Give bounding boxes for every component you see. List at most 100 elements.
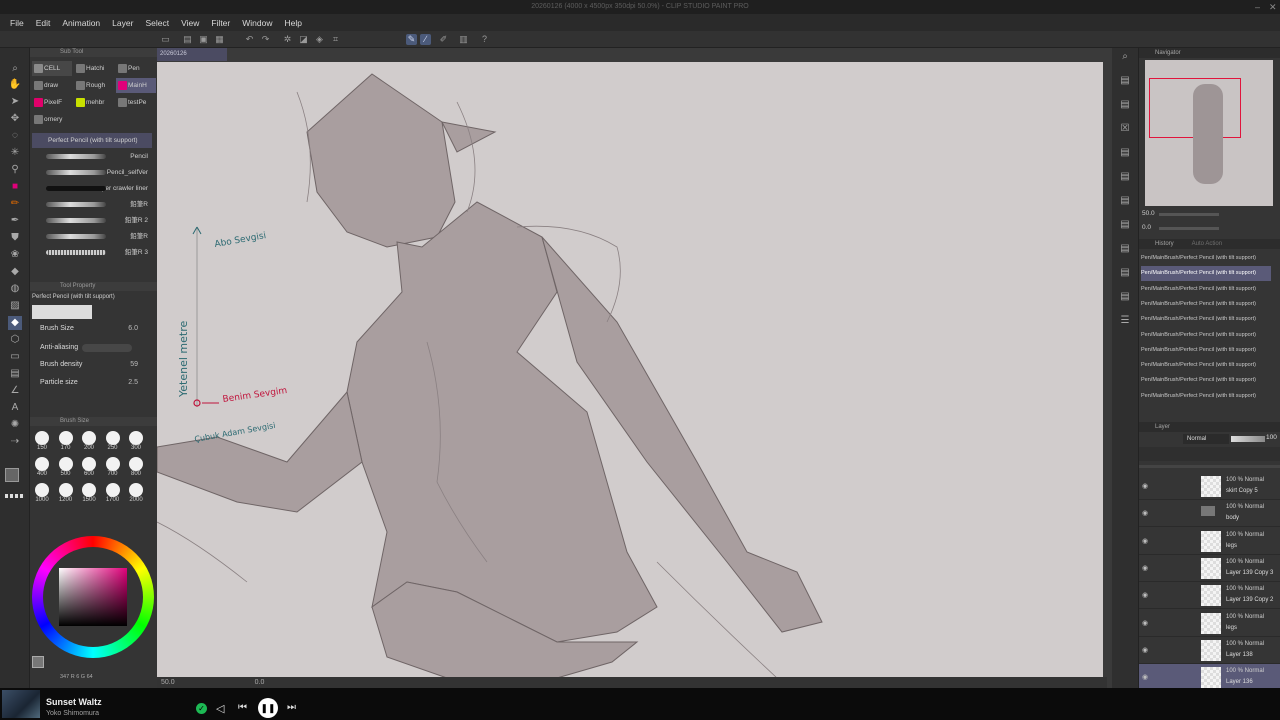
brush-size-preset[interactable]: [82, 483, 96, 497]
help-icon[interactable]: ?: [479, 34, 490, 45]
subtool-tab-hatch[interactable]: Hatchi: [74, 61, 114, 76]
previous-icon[interactable]: ⏮: [238, 702, 247, 713]
eye-icon[interactable]: ◉: [1142, 646, 1148, 654]
menu-window[interactable]: Window: [236, 18, 278, 28]
brush-size-preset[interactable]: [82, 457, 96, 471]
eraser-icon[interactable]: ◆: [8, 265, 22, 279]
brush-item[interactable]: 鉛筆R: [32, 229, 152, 244]
panel-icon[interactable]: ▤: [1118, 194, 1132, 208]
panel-icon[interactable]: ▤: [1118, 74, 1132, 88]
brush-size-preset[interactable]: [35, 431, 49, 445]
loading-icon[interactable]: ✲: [282, 34, 293, 45]
subtool-tab-mehbr[interactable]: mehbr: [74, 95, 114, 110]
color-wheel[interactable]: [32, 536, 156, 662]
main-color-swatch[interactable]: [5, 468, 19, 482]
brush-item[interactable]: 鉛筆R 3: [32, 245, 152, 260]
blend-mode-select[interactable]: Normal: [1183, 434, 1229, 444]
brush-size-preset[interactable]: [82, 431, 96, 445]
color-swatch[interactable]: [32, 656, 44, 668]
brush-size-preset[interactable]: [105, 431, 120, 445]
drawing-canvas[interactable]: Abo Sevgisi Benim Sevgim Çubuk Adam Sevg…: [157, 62, 1103, 678]
pencil-icon[interactable]: ✏: [8, 197, 22, 211]
subtool-tab-pen[interactable]: Pen: [116, 61, 156, 76]
layer-row[interactable]: ◉ 100 % Normal Layer 139 Copy 3: [1139, 555, 1280, 582]
folder-icon[interactable]: ▣: [198, 34, 209, 45]
fill-icon[interactable]: ◪: [298, 34, 309, 45]
open-icon[interactable]: ▤: [182, 34, 193, 45]
eye-icon[interactable]: ◉: [1142, 564, 1148, 572]
canvas-tab[interactable]: 20260126: [157, 48, 227, 61]
brush-size-preset[interactable]: [35, 483, 49, 497]
prop-anti-aliasing[interactable]: Anti-aliasing: [40, 342, 152, 354]
menu-help[interactable]: Help: [278, 18, 307, 28]
hand-icon[interactable]: ✋: [8, 78, 22, 92]
history-item[interactable]: Pen/MainBrush/Perfect Pencil (with tilt …: [1141, 297, 1271, 312]
layer-icon[interactable]: ▥: [458, 34, 469, 45]
layer-row[interactable]: ◉ 100 % Normal legs: [1139, 610, 1280, 637]
history-item[interactable]: Pen/MainBrush/Perfect Pencil (with tilt …: [1141, 328, 1271, 343]
layer-row[interactable]: ◉ 100 % Normal Layer 138: [1139, 637, 1280, 664]
panel-icon[interactable]: ▤: [1118, 266, 1132, 280]
history-item[interactable]: Pen/MainBrush/Perfect Pencil (with tilt …: [1141, 343, 1271, 358]
menu-view[interactable]: View: [175, 18, 205, 28]
fill-tool-icon[interactable]: ▨: [8, 299, 22, 313]
balloon-icon[interactable]: ✺: [8, 418, 22, 432]
subtool-tab-testpe[interactable]: testPe: [116, 95, 156, 110]
nav-zoom-slider[interactable]: [1159, 213, 1219, 216]
undo-icon[interactable]: ↶: [244, 34, 255, 45]
ruler-icon[interactable]: ✐: [438, 34, 449, 45]
layer-row[interactable]: ◉ 100 % Normal Layer 139 Copy 2: [1139, 582, 1280, 610]
pause-icon[interactable]: ❚❚: [258, 698, 278, 718]
prop-brush-size[interactable]: Brush Size 6.0: [40, 323, 152, 335]
pen-icon[interactable]: ■: [8, 180, 22, 194]
brush-size-preset[interactable]: [105, 457, 120, 471]
save-icon[interactable]: ▦: [214, 34, 225, 45]
brush-size-preset[interactable]: [129, 483, 143, 497]
prop-brush-density[interactable]: Brush density 59: [40, 359, 152, 371]
figure-icon[interactable]: ▭: [8, 350, 22, 364]
prop-particle-size[interactable]: Particle size 2.5: [40, 377, 152, 389]
brush-item[interactable]: 鉛筆R 2: [32, 213, 152, 228]
brush-item-selected[interactable]: Perfect Pencil (with tilt support): [32, 133, 152, 148]
opacity-value[interactable]: 100: [1266, 434, 1277, 441]
menu-select[interactable]: Select: [139, 18, 175, 28]
pen-snap-icon[interactable]: ✎: [406, 34, 417, 45]
prop-value[interactable]: 6.0: [128, 323, 138, 335]
text-icon[interactable]: A: [8, 401, 22, 415]
subtool-tab-ornery[interactable]: ornery: [32, 112, 72, 127]
wand-icon[interactable]: ✳: [8, 146, 22, 160]
frame-icon[interactable]: ▤: [8, 367, 22, 381]
brush-size-preset[interactable]: [129, 457, 143, 471]
panel-icon[interactable]: ▤: [1118, 98, 1132, 112]
brush-icon[interactable]: ✒: [8, 214, 22, 228]
menu-animation[interactable]: Animation: [56, 18, 106, 28]
subtool-tab-rough[interactable]: Rough: [74, 78, 114, 93]
history-item[interactable]: Pen/MainBrush/Perfect Pencil (with tilt …: [1141, 358, 1271, 373]
line-snap-icon[interactable]: ∕: [420, 34, 431, 45]
gradient-icon[interactable]: ◆: [8, 316, 22, 330]
correct-line-icon[interactable]: ⇢: [8, 435, 22, 449]
menu-filter[interactable]: Filter: [205, 18, 236, 28]
layer-row[interactable]: ◉ 100 % Normal legs: [1139, 528, 1280, 555]
nav-zoom[interactable]: 50.0: [1142, 210, 1155, 217]
bucket-icon[interactable]: ⬡: [8, 333, 22, 347]
airbrush-icon[interactable]: ⛊: [8, 231, 22, 245]
minimize-icon[interactable]: –: [1255, 0, 1260, 14]
eyedropper-icon[interactable]: ⚲: [8, 163, 22, 177]
history-item[interactable]: Pen/MainBrush/Perfect Pencil (with tilt …: [1141, 312, 1271, 327]
eye-icon[interactable]: ◉: [1142, 591, 1148, 599]
brush-size-preset[interactable]: [58, 431, 73, 445]
brush-size-preset[interactable]: [35, 457, 49, 471]
brush-item[interactable]: 鉛筆R: [32, 197, 152, 212]
brush-item[interactable]: creeper crawler liner: [32, 181, 152, 196]
next-icon[interactable]: ⏭: [287, 702, 296, 713]
nav-angle-slider[interactable]: [1159, 227, 1219, 230]
transform-icon[interactable]: ◈: [314, 34, 325, 45]
brush-size-preset[interactable]: [58, 483, 73, 497]
brush-item[interactable]: Pencil_selfVer: [32, 165, 152, 180]
subtool-tab-mainh[interactable]: MainH: [116, 78, 156, 93]
blend-icon[interactable]: ◍: [8, 282, 22, 296]
history-item[interactable]: Pen/MainBrush/Perfect Pencil (with tilt …: [1141, 373, 1271, 388]
history-item[interactable]: Pen/MainBrush/Perfect Pencil (with tilt …: [1141, 251, 1271, 266]
operation-icon[interactable]: ➤: [8, 95, 22, 109]
